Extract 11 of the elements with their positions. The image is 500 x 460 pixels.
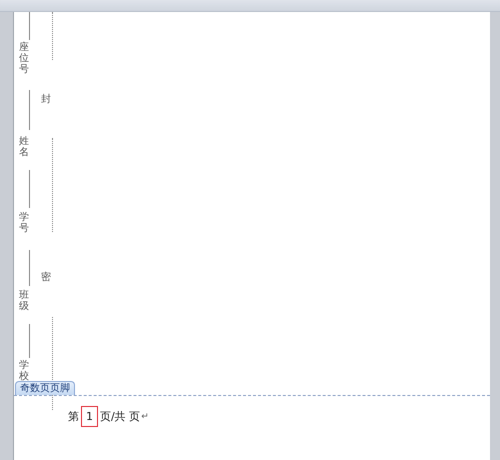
paragraph-mark: ↵ (141, 412, 149, 422)
field-label: 姓名 (19, 136, 29, 158)
field-label: 学号 (19, 212, 29, 234)
seal-mark: 封 (41, 92, 51, 106)
field-label: 座位号 (19, 42, 29, 75)
field-label: 班级 (19, 290, 29, 312)
footer-text: 页/共 页 (100, 409, 140, 424)
field-label: 学校 (19, 360, 29, 382)
footer-text: 第 (68, 409, 79, 424)
seal-mark: 密 (41, 270, 51, 284)
page-number-field: 1 (81, 406, 98, 427)
